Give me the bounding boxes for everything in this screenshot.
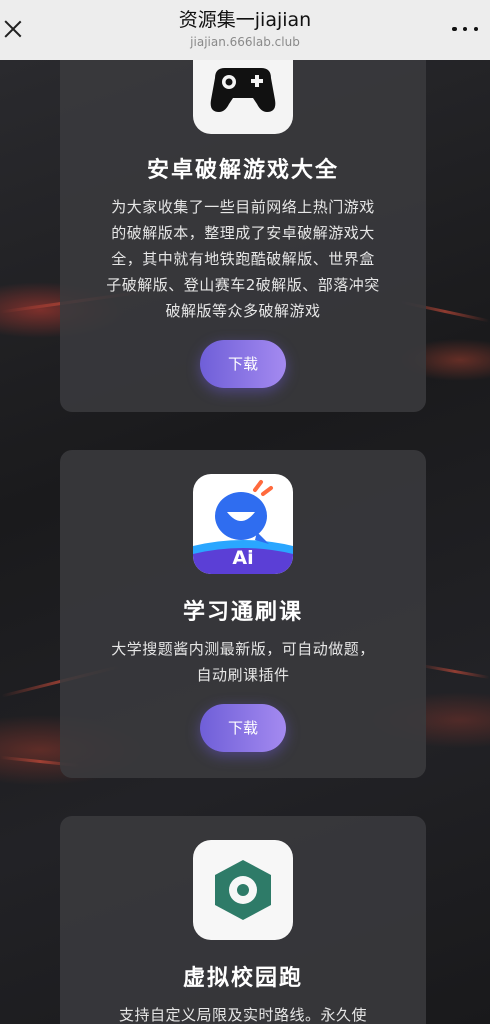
top-bar: 资源集一jiajian jiajian.666lab.club (0, 0, 490, 60)
page-url: jiajian.666lab.club (190, 35, 300, 49)
card-study-course: Ai 学习通刷课 大学搜题酱内测最新版，可自动做题， 自动刷课插件 下载 (60, 450, 426, 778)
card-description: 大学搜题酱内测最新版，可自动做题， 自动刷课插件 (111, 640, 375, 684)
title-block: 资源集一jiajian jiajian.666lab.club (90, 7, 400, 51)
more-icon[interactable] (452, 22, 478, 36)
close-icon[interactable] (2, 18, 24, 40)
card-game-crack: 安卓破解游戏大全 为大家收集了一些目前网络上热门游戏 的破解版本，整理成了安卓破… (60, 34, 426, 412)
location-hexagon-icon (193, 840, 293, 940)
download-button[interactable]: 下载 (200, 340, 286, 388)
card-title: 安卓破解游戏大全 (146, 158, 339, 183)
page-title: 资源集一jiajian (178, 9, 312, 31)
card-campus-run: 虚拟校园跑 支持自定义局限及实时路线。永久使 (60, 816, 426, 1024)
card-description: 为大家收集了一些目前网络上热门游戏 的破解版本，整理成了安卓破解游戏大 全，其中… (106, 198, 380, 320)
card-title: 虚拟校园跑 (182, 966, 303, 991)
card-description: 支持自定义局限及实时路线。永久使 (118, 1006, 367, 1024)
card-title: 学习通刷课 (182, 600, 303, 625)
ai-mascot-icon: Ai (193, 474, 293, 574)
ai-label: Ai (232, 547, 254, 569)
download-button[interactable]: 下载 (200, 704, 286, 752)
